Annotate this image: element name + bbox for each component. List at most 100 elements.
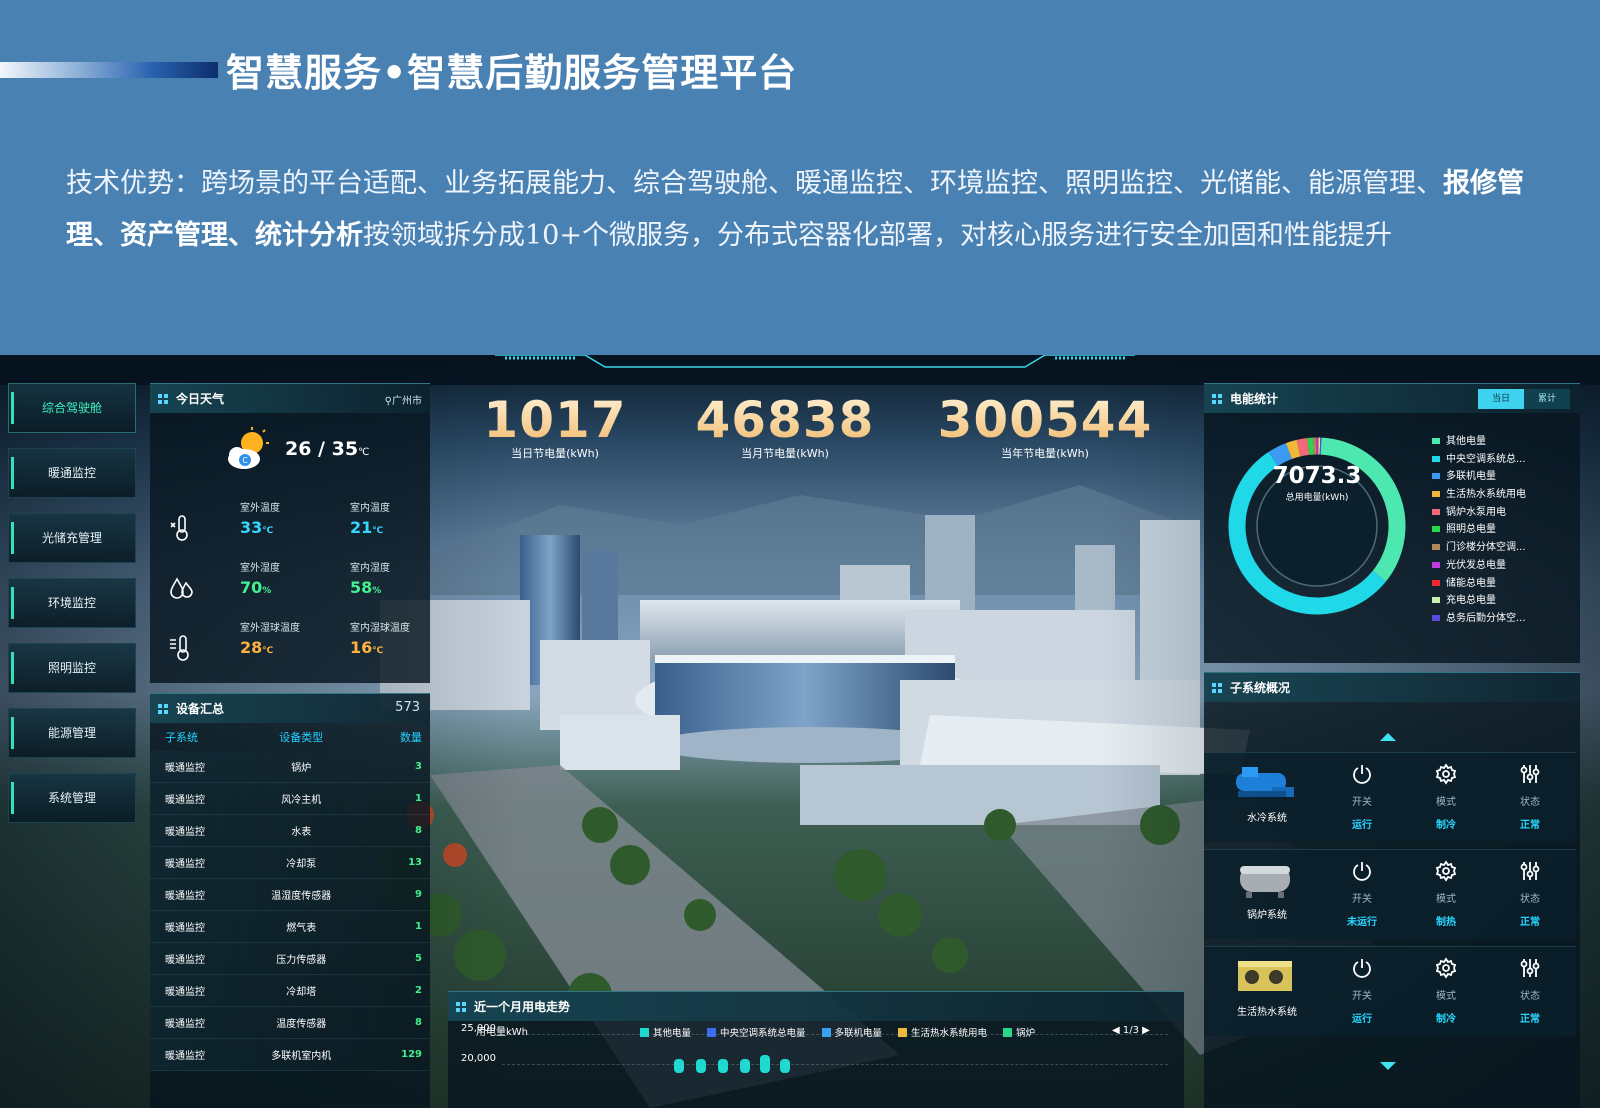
control-label: 模式: [1436, 991, 1456, 1002]
subsystem-title: 子系统概况: [1230, 681, 1291, 695]
energy-stats-title: 电能统计: [1230, 392, 1279, 406]
table-row: 暖通监控 燃气表 1: [150, 911, 430, 943]
grid-icon: [456, 1001, 466, 1012]
outdoor-temp-label: 室外温度: [240, 503, 280, 514]
table-row: 暖通监控 温度传感器 8: [150, 1007, 430, 1039]
table-row: 暖通监控 冷却泵 13: [150, 847, 430, 879]
subsystem-control-mode[interactable]: 模式 制冷: [1416, 763, 1476, 831]
trend-legend-item: 生活热水系统用电: [898, 1025, 987, 1039]
table-row: 暖通监控 风冷主机 1: [150, 783, 430, 815]
row-device-type: 冷却塔: [286, 987, 317, 998]
daily-saving-stat: 1017 当日节电量(kWh): [470, 391, 640, 461]
donut-center: 7073.3 总用电量(kWh): [1224, 463, 1410, 503]
weather-header: 今日天气 ⚲广州市: [150, 383, 430, 413]
device-table-header: 子系统 设备类型 数量: [150, 723, 430, 751]
wet-bulb-icon: [170, 635, 189, 661]
nav-hvac[interactable]: 暖通监控: [8, 448, 136, 498]
subsystem-card[interactable]: 生活热水系统 开关 运行 模式 制冷 状态 正常: [1204, 946, 1576, 1036]
tab-today[interactable]: 当日: [1478, 389, 1524, 409]
subsystem-control-state[interactable]: 状态 正常: [1500, 763, 1560, 831]
nav-solar-storage[interactable]: 光储充管理: [8, 513, 136, 563]
row-subsystem: 暖通监控: [165, 923, 205, 934]
control-label: 模式: [1436, 797, 1456, 808]
legend-item: 其他电量: [1432, 433, 1526, 451]
intro-banner: 智慧服务•智慧后勤服务管理平台 技术优势：跨场景的平台适配、业务拓展能力、综合驾…: [0, 0, 1600, 355]
control-status: 制热: [1436, 917, 1456, 928]
row-device-type: 锅炉: [291, 763, 312, 774]
period-toggle: 当日 累计: [1478, 389, 1570, 409]
subsystem-control-switch[interactable]: 开关 未运行: [1332, 860, 1392, 928]
indoor-wetbulb-value: 16℃: [350, 638, 384, 657]
legend-item: 中央空调系统总...: [1432, 451, 1526, 469]
legend-label: 储能总电量: [1446, 577, 1496, 589]
weather-title: 今日天气: [176, 392, 225, 406]
subsystem-control-mode[interactable]: 模式 制热: [1416, 860, 1476, 928]
legend-label: 其他电量: [1446, 436, 1486, 447]
nav-energy[interactable]: 能源管理: [8, 708, 136, 758]
legend-item: 锅炉水泵用电: [1432, 504, 1526, 522]
table-row: 暖通监控 温湿度传感器 9: [150, 879, 430, 911]
control-label: 模式: [1436, 894, 1456, 905]
legend-item: 充电总电量: [1432, 592, 1526, 610]
legend-item: 门诊楼分体空调...: [1432, 539, 1526, 557]
subsystem-control-switch[interactable]: 开关 运行: [1332, 763, 1392, 831]
donut-slice: [1285, 439, 1301, 460]
scroll-up-arrow-icon[interactable]: [1380, 733, 1396, 741]
subsystem-card[interactable]: 水冷系统 开关 运行 模式 制冷 状态 正常: [1204, 752, 1576, 842]
control-status: 正常: [1520, 820, 1540, 831]
description-part-2: 按领域拆分成10+个微服务，分布式容器化部署，对核心服务进行安全加固和性能提升: [363, 220, 1392, 251]
col-device-type: 设备类型: [279, 731, 324, 744]
legend-swatch: [898, 1028, 908, 1037]
trend-header: 近一个月用电走势: [448, 991, 1184, 1021]
power-icon: [1332, 763, 1392, 789]
legend-swatch: [1432, 579, 1440, 586]
row-device-type: 温湿度传感器: [271, 891, 332, 902]
indoor-humidity-value: 58%: [350, 578, 382, 597]
row-device-type: 水表: [291, 827, 312, 838]
grid-icon: [158, 703, 168, 714]
outdoor-humidity-value: 70%: [240, 578, 272, 597]
legend-swatch: [1432, 491, 1440, 498]
control-status: 运行: [1352, 820, 1372, 831]
legend-swatch: [821, 1028, 831, 1037]
subsystem-control-switch[interactable]: 开关 运行: [1332, 957, 1392, 1025]
nav-environment[interactable]: 环境监控: [8, 578, 136, 628]
subsystem-control-state[interactable]: 状态 正常: [1500, 957, 1560, 1025]
legend-label: 充电总电量: [1446, 595, 1496, 607]
row-quantity: 13: [408, 857, 422, 868]
grid-icon: [158, 393, 168, 404]
indoor-wetbulb-label: 室内湿球温度: [350, 623, 410, 634]
device-total: 573: [395, 700, 420, 715]
row-subsystem: 暖通监控: [165, 1019, 205, 1030]
row-quantity: 2: [415, 985, 422, 996]
row-subsystem: 暖通监控: [165, 891, 205, 902]
control-status: 制冷: [1436, 1014, 1456, 1025]
legend-label: 多联机电量: [1446, 471, 1496, 483]
legend-swatch: [1432, 473, 1440, 480]
nav-system[interactable]: 系统管理: [8, 773, 136, 823]
equipment-image: [1232, 759, 1298, 803]
subsystem-control-state[interactable]: 状态 正常: [1500, 860, 1560, 928]
table-row: 暖通监控 水表 8: [150, 815, 430, 847]
scroll-down-arrow-icon[interactable]: [1380, 1062, 1396, 1070]
tab-cumulative[interactable]: 累计: [1524, 389, 1570, 409]
legend-swatch: [1432, 526, 1440, 533]
yearly-saving-stat: 300544 当年节电量(kWh): [930, 391, 1160, 461]
legend-swatch: [1432, 508, 1440, 515]
row-quantity: 1: [415, 793, 422, 804]
nav-cockpit[interactable]: 综合驾驶舱: [8, 383, 136, 433]
row-subsystem: 暖通监控: [165, 827, 205, 838]
trend-legend-item: 多联机电量: [821, 1025, 882, 1039]
trend-panel: 近一个月用电走势: [448, 991, 1184, 1108]
trend-legend-item: 其他电量: [640, 1025, 691, 1039]
subsystem-header: 子系统概况: [1204, 672, 1580, 702]
subsystem-control-mode[interactable]: 模式 制冷: [1416, 957, 1476, 1025]
title-accent-bar: [0, 62, 218, 78]
sliders-icon: [1500, 860, 1560, 886]
subsystem-card[interactable]: 锅炉系统 开关 未运行 模式 制热 状态 正常: [1204, 849, 1576, 939]
row-device-type: 冷却泵: [286, 859, 317, 870]
row-subsystem: 暖通监控: [165, 955, 205, 966]
nav-lighting[interactable]: 照明监控: [8, 643, 136, 693]
legend-label: 锅炉水泵用电: [1446, 506, 1506, 518]
power-icon: [1332, 860, 1392, 886]
